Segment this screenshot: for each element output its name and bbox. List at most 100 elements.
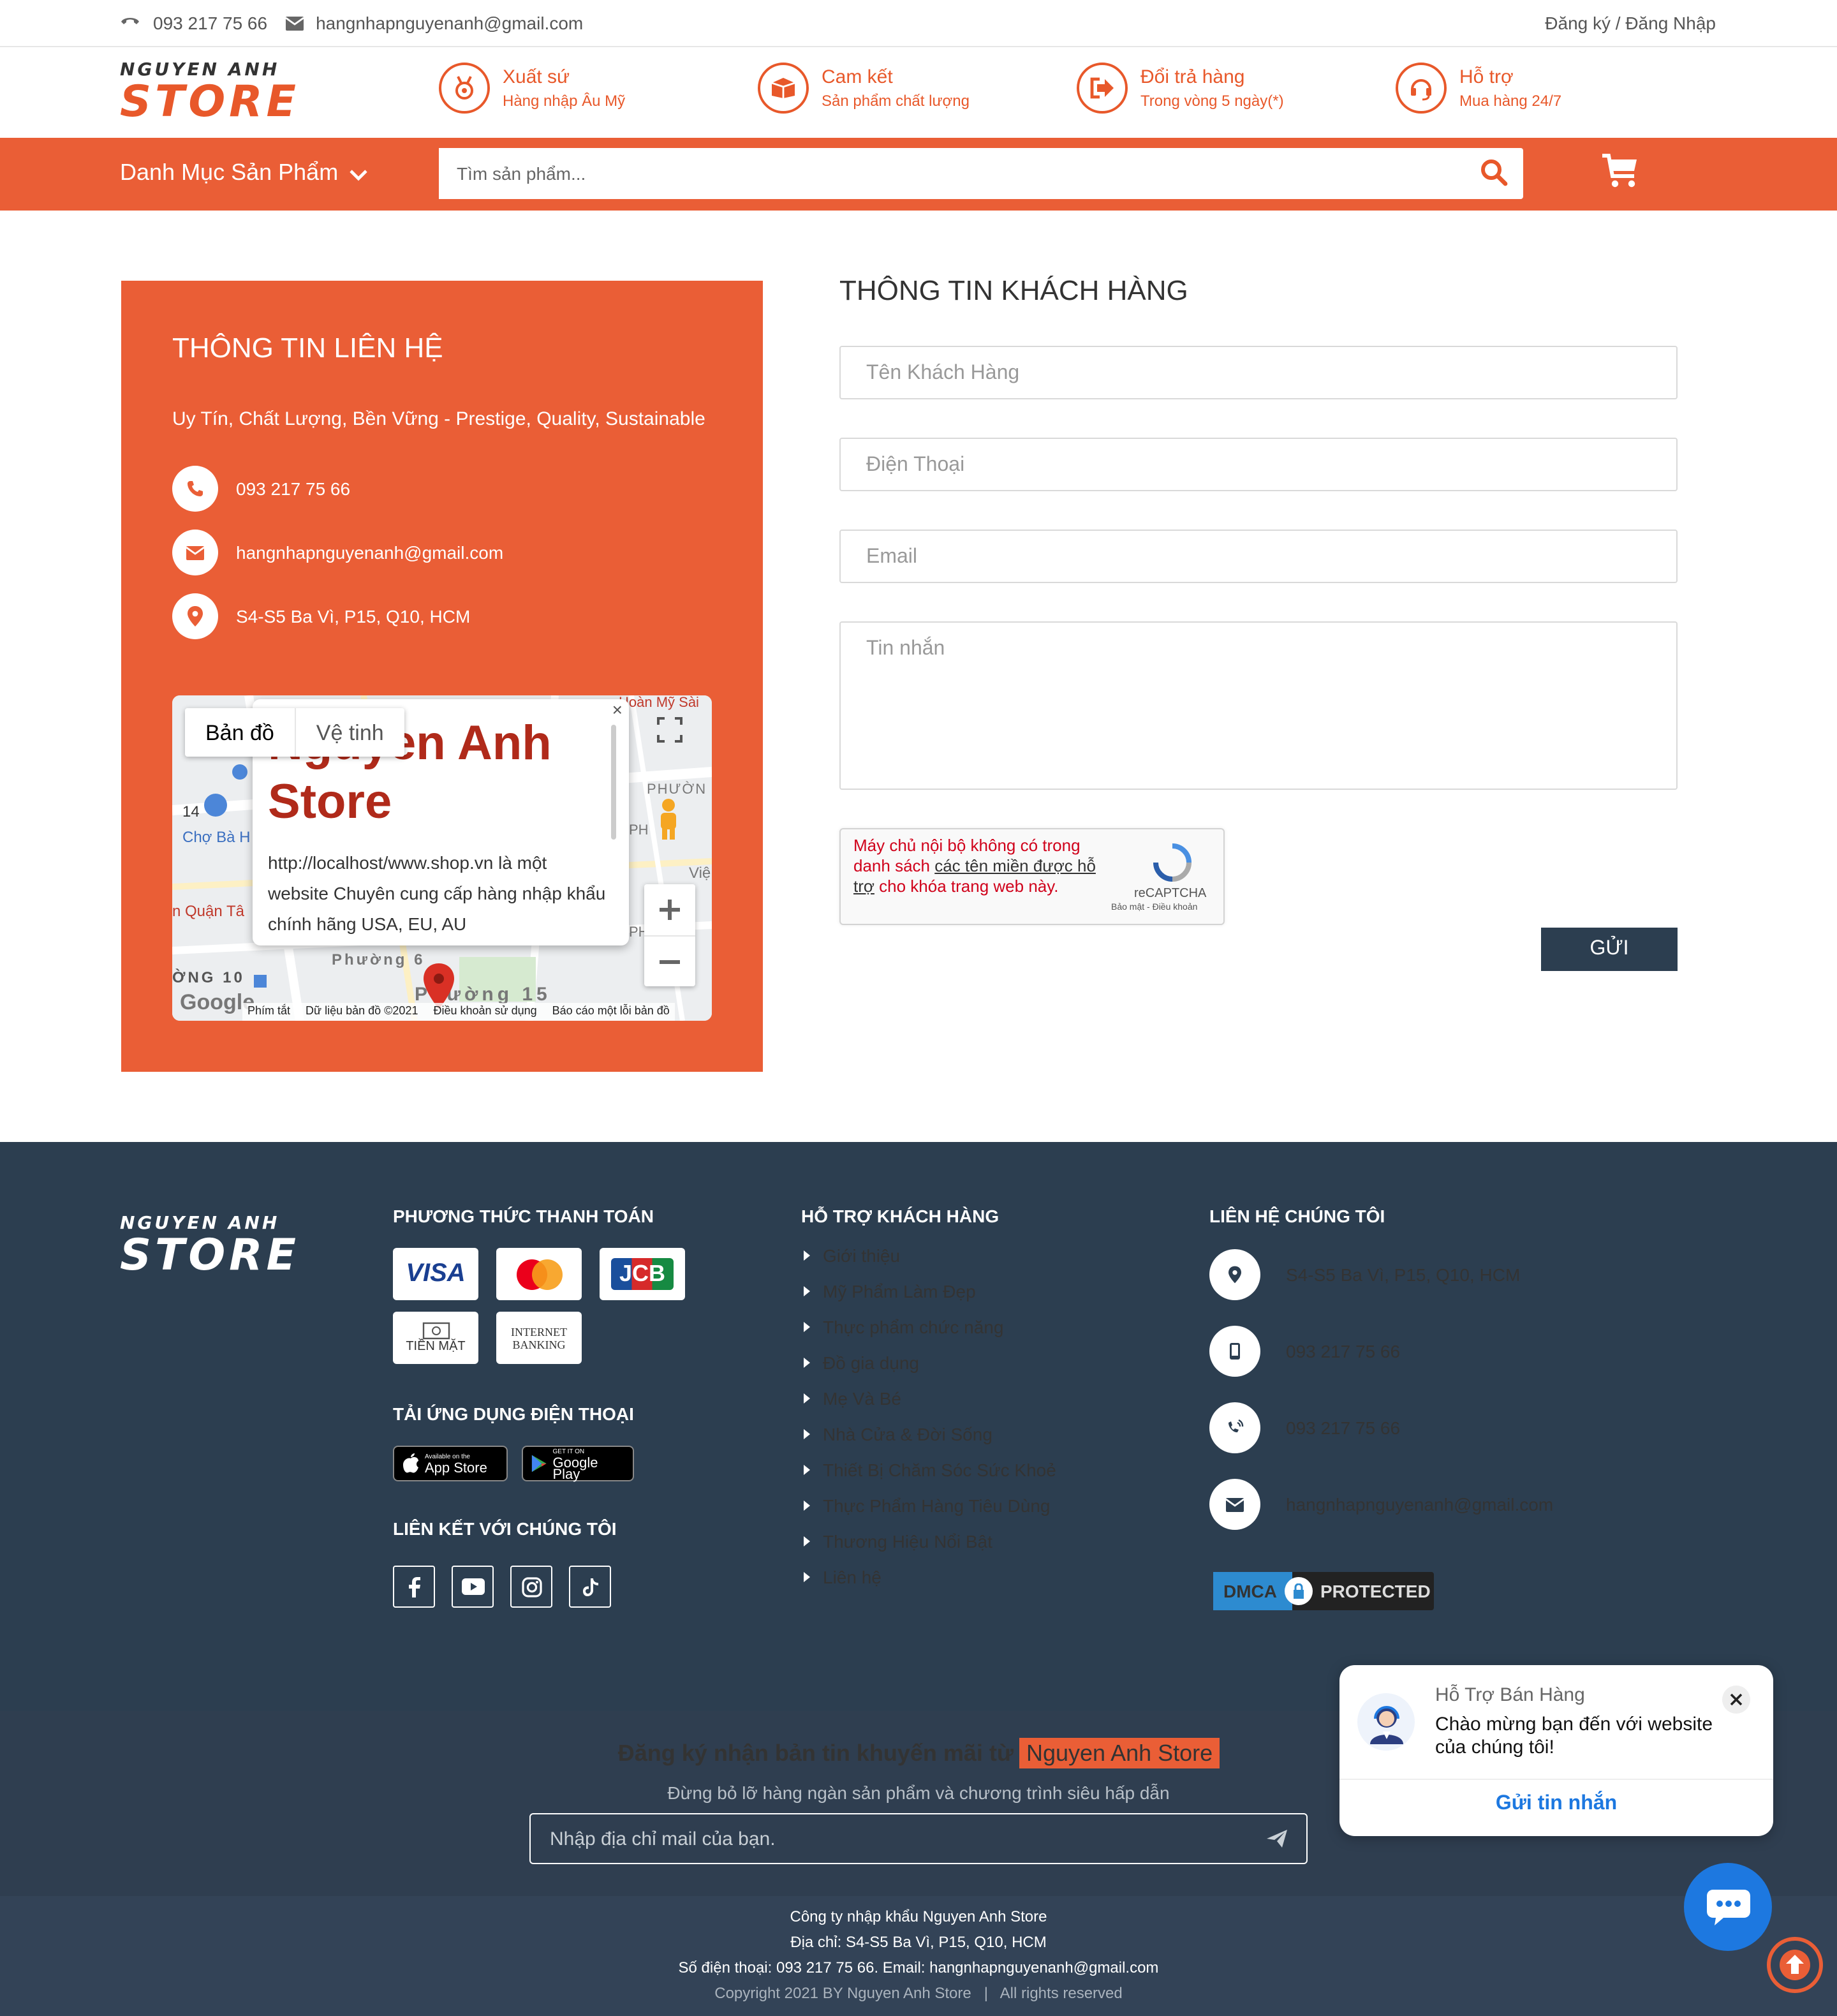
return-icon — [1077, 63, 1128, 114]
feature-sub: Sản phẩm chất lượng — [822, 92, 970, 110]
medal-icon — [439, 63, 490, 114]
category-menu[interactable]: Danh Mục Sản Phẩm — [120, 159, 367, 188]
feature-title: Cam kết — [822, 66, 893, 88]
dmca-label: DMCA — [1213, 1572, 1292, 1610]
submit-button[interactable]: GỬI — [1541, 928, 1678, 971]
zoom-out-button[interactable] — [644, 935, 695, 986]
youtube-icon[interactable] — [452, 1566, 494, 1608]
contact-phone[interactable]: 093 217 75 66 — [236, 478, 350, 499]
tab-satellite[interactable]: Vệ tinh — [294, 708, 404, 757]
map-shortcuts[interactable]: Phím tắt — [247, 1004, 290, 1019]
dmca-badge[interactable]: DMCA PROTECTED — [1213, 1572, 1434, 1610]
fullscreen-icon[interactable] — [651, 711, 689, 749]
footer-logo[interactable]: NGUYEN ANH STORE — [120, 1213, 300, 1277]
map-label: ỜNG 10 — [172, 968, 245, 986]
map-label: PH — [629, 823, 649, 838]
support-link[interactable]: Liên hệ — [804, 1567, 882, 1587]
facebook-icon[interactable] — [393, 1566, 435, 1608]
support-link[interactable]: Thương Hiệu Nổi Bật — [804, 1531, 992, 1552]
support-link[interactable]: Thực Phẩm Hàng Tiêu Dùng — [804, 1495, 1051, 1516]
company-name: Công ty nhập khẩu Nguyen Anh Store — [790, 1908, 1047, 1925]
pegman-icon[interactable] — [654, 797, 682, 847]
recaptcha-terms[interactable]: Bảo mật - Điều khoản — [1111, 903, 1197, 912]
cart-icon[interactable] — [1601, 153, 1639, 195]
feature-title: Đổi trả hàng — [1140, 66, 1245, 88]
cash-icon — [422, 1322, 450, 1340]
caret-right-icon — [804, 1501, 810, 1511]
map-label: Phường 6 — [332, 951, 425, 968]
cash-label: TIỀN MẶT — [406, 1340, 466, 1354]
jcb-label: JCB — [611, 1258, 673, 1290]
site-logo[interactable]: NGUYEN ANH STORE — [120, 60, 300, 124]
newsletter-email-input[interactable] — [531, 1814, 1220, 1863]
recaptcha-brand: reCAPTCHA — [1134, 887, 1207, 901]
copyright-bar: Công ty nhập khẩu Nguyen Anh Store Địa c… — [0, 1896, 1837, 2016]
map-report[interactable]: Báo cáo một lỗi bản đồ — [552, 1004, 670, 1019]
top-bar: 093 217 75 66 hangnhapnguyenanh@gmail.co… — [0, 0, 1837, 47]
message-field[interactable]: Tin nhắn — [839, 621, 1678, 790]
auth-link[interactable]: Đăng ký / Đăng Nhập — [1545, 13, 1716, 33]
contact-email[interactable]: hangnhapnguyenanh@gmail.com — [236, 542, 503, 563]
close-icon[interactable] — [1722, 1686, 1750, 1714]
googleplay-badge[interactable]: GET IT ON Google Play — [522, 1446, 634, 1481]
mastercard-card — [496, 1248, 582, 1300]
map-type-control: Bản đồ Vệ tinh — [185, 708, 404, 757]
feature-sub: Hàng nhập Âu Mỹ — [503, 92, 626, 110]
send-icon[interactable] — [1265, 1828, 1288, 1855]
close-icon[interactable]: × — [612, 699, 623, 720]
map-label: PHƯỜN — [647, 782, 707, 797]
support-link[interactable]: Mỹ Phẩm Làm Đẹp — [804, 1281, 976, 1301]
location-pin-icon — [172, 593, 218, 639]
headset-icon — [1396, 63, 1447, 114]
google-map[interactable]: 14 Chợ Bà H n Quận Tâ ỜNG 10 Phường 6 Ph… — [172, 695, 712, 1021]
support-link[interactable]: Mẹ Và Bé — [804, 1388, 901, 1409]
tiktok-icon[interactable] — [569, 1566, 611, 1608]
recaptcha-msg-b: cho khóa trang web này. — [874, 877, 1059, 896]
top-phone[interactable]: 093 217 75 66 — [153, 13, 267, 33]
box-icon — [758, 63, 809, 114]
footer-email[interactable]: hangnhapnguyenanh@gmail.com — [1286, 1494, 1553, 1515]
caret-right-icon — [804, 1572, 810, 1582]
support-link-label: Thiết Bị Chăm Sóc Sức Khoẻ — [823, 1460, 1056, 1480]
recaptcha-widget[interactable]: Máy chủ nội bộ không có trong danh sách … — [839, 828, 1225, 925]
banking-card: INTERNET BANKING — [496, 1312, 582, 1364]
caret-right-icon — [804, 1465, 810, 1475]
support-title: HỖ TRỢ KHÁCH HÀNG — [801, 1206, 1000, 1226]
tab-map[interactable]: Bản đồ — [185, 708, 295, 757]
company-address: Địa chỉ: S4-S5 Ba Vì, P15, Q10, HCM — [790, 1933, 1047, 1951]
appstore-badge[interactable]: Available on the App Store — [393, 1446, 508, 1481]
map-label: Việ — [689, 864, 711, 882]
support-link[interactable]: Thực phẩm chức năng — [804, 1317, 1003, 1337]
name-field[interactable]: Tên Khách Hàng — [839, 346, 1678, 399]
back-to-top-button[interactable] — [1767, 1937, 1823, 1993]
support-link[interactable]: Thiết Bị Chăm Sóc Sức Khoẻ — [804, 1460, 1056, 1480]
contact-phone-row: 093 217 75 66 — [172, 466, 350, 512]
info-scrollbar[interactable] — [611, 725, 616, 840]
support-link-label: Mỹ Phẩm Làm Đẹp — [823, 1281, 976, 1301]
top-email[interactable]: hangnhapnguyenanh@gmail.com — [316, 13, 583, 33]
map-terms[interactable]: Điều khoản sử dụng — [433, 1004, 536, 1019]
support-link[interactable]: Nhà Cửa & Đời Sống — [804, 1424, 992, 1444]
support-link[interactable]: Giới thiệu — [804, 1245, 900, 1266]
phone-field[interactable]: Điện Thoại — [839, 438, 1678, 491]
instagram-icon[interactable] — [510, 1566, 552, 1608]
footer-mobile[interactable]: 093 217 75 66 — [1286, 1341, 1400, 1361]
chat-send-link[interactable]: Gửi tin nhắn — [1339, 1793, 1773, 1816]
feature-support: Hỗ trợ Mua hàng 24/7 — [1396, 63, 1561, 114]
footer-phone-row: 093 217 75 66 — [1209, 1402, 1400, 1453]
footer-phone[interactable]: 093 217 75 66 — [1286, 1418, 1400, 1438]
chat-button[interactable] — [1684, 1863, 1772, 1951]
support-link[interactable]: Đồ gia dụng — [804, 1353, 919, 1373]
arrow-up-icon — [1780, 1950, 1810, 1980]
email-field[interactable]: Email — [839, 530, 1678, 583]
category-label: Danh Mục Sản Phẩm — [120, 159, 339, 185]
map-data: Dữ liệu bản đồ ©2021 — [306, 1004, 418, 1017]
feature-title: Xuất sứ — [503, 66, 570, 88]
zoom-in-button[interactable] — [644, 884, 695, 935]
search-input[interactable] — [439, 148, 1434, 199]
chat-divider — [1339, 1779, 1773, 1780]
dmca-protected: PROTECTED — [1320, 1581, 1431, 1601]
mail-icon — [1209, 1479, 1260, 1530]
search-icon[interactable] — [1480, 158, 1508, 193]
info-url[interactable]: http://localhost/www.shop.vn — [268, 852, 493, 873]
